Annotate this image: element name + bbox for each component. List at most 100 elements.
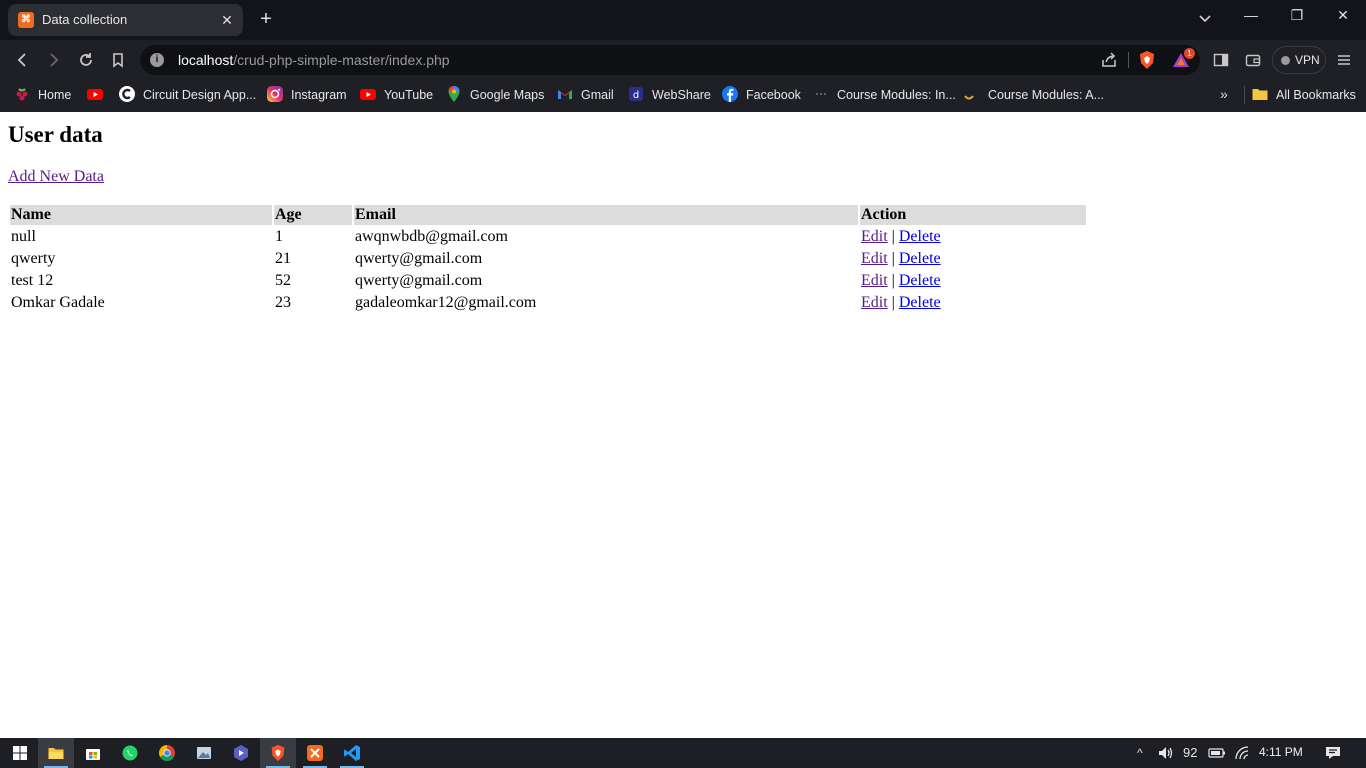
share-icon[interactable] [1100,51,1118,69]
tab-data-collection[interactable]: ⌘ Data collection ✕ [8,4,243,36]
more-bookmarks-icon[interactable]: » [1220,86,1228,102]
cell-name: null [11,228,36,245]
wallet-icon[interactable] [1245,52,1261,68]
sidebar-toggle-icon[interactable] [1213,52,1229,68]
header-email: Email [354,205,858,225]
table-row: test 12 52 qwerty@gmail.com Edit | Delet… [10,271,1086,291]
delete-link[interactable]: Delete [899,250,941,267]
action-separator: | [891,250,895,267]
minimize-button[interactable]: — [1228,0,1274,32]
whatsapp-button[interactable] [112,738,148,768]
xampp-button[interactable] [297,738,333,768]
volume-icon[interactable] [1157,745,1175,761]
bookmark-course-modules-1[interactable]: Course Modules: In... [837,86,956,104]
bookmark-home[interactable]: Home [38,86,71,104]
tab-title: Data collection [42,12,128,27]
new-tab-button[interactable]: + [256,9,276,29]
cell-action: Edit | Delete [860,249,1086,269]
back-arrow-icon[interactable] [12,50,32,70]
vpn-label: VPN [1295,53,1320,67]
cell-age: 52 [275,272,291,289]
restore-button[interactable]: ❐ [1274,0,1320,32]
store-button[interactable] [75,738,111,768]
battery-icon[interactable] [1208,747,1226,759]
bookmark-circuit-design[interactable]: Circuit Design App... [143,86,256,104]
forward-arrow-icon[interactable] [44,50,64,70]
window-close-button[interactable]: ✕ [1320,0,1366,32]
brave-shields-icon[interactable] [1138,50,1156,70]
volume-level: 92 [1183,745,1198,760]
user-data-table: Name Age Email Action null 1 awqnwbdb@gm… [8,203,1088,315]
vpn-button[interactable]: VPN [1272,46,1326,74]
xampp-favicon-icon: ⌘ [18,12,34,28]
bookmark-google-maps[interactable]: Google Maps [470,86,544,104]
course-icon [960,85,978,103]
youtube-icon[interactable] [86,85,104,103]
rewards-badge: 1 [1184,48,1195,59]
copilot-icon [234,745,248,761]
cell-age: 23 [275,294,291,311]
delete-link[interactable]: Delete [899,228,941,245]
tab-search-chevron-icon[interactable] [1195,8,1215,28]
maps-icon [445,85,463,103]
chrome-icon [159,745,175,762]
delete-link[interactable]: Delete [899,294,941,311]
cell-age: 21 [275,250,291,267]
file-explorer-button[interactable] [38,738,74,768]
header-age: Age [274,205,352,225]
action-separator: | [891,294,895,311]
cell-email: qwerty@gmail.com [355,272,483,289]
tab-close-icon[interactable]: ✕ [217,10,237,30]
cell-email: awqnwbdb@gmail.com [355,228,508,245]
add-new-data-link[interactable]: Add New Data [8,167,104,187]
folder-icon [1251,85,1269,103]
edit-link[interactable]: Edit [861,294,888,311]
vscode-button[interactable] [334,738,370,768]
chrome-button[interactable] [149,738,185,768]
action-separator: | [891,272,895,289]
hamburger-menu-icon[interactable] [1336,52,1352,68]
edit-link[interactable]: Edit [861,272,888,289]
url-text[interactable]: localhost/crud-php-simple-master/index.p… [178,52,450,68]
xampp-icon [307,745,323,761]
instagram-icon [266,85,284,103]
url-host: localhost [178,52,234,68]
table-row: null 1 awqnwbdb@gmail.com Edit | Delete [10,227,1086,247]
brave-browser-button[interactable] [260,738,296,768]
bookmark-icon[interactable] [108,50,128,70]
vpn-status-icon [1281,56,1290,65]
windows-logo-icon [13,746,27,760]
bing-button[interactable] [223,738,259,768]
photos-icon [197,747,211,759]
header-action: Action [860,205,1086,225]
photos-button[interactable] [186,738,222,768]
bookmark-instagram[interactable]: Instagram [291,86,347,104]
bookmark-course-modules-2[interactable]: Course Modules: A... [988,86,1104,104]
bookmark-facebook[interactable]: Facebook [746,86,801,104]
edit-link[interactable]: Edit [861,228,888,245]
page-content: User data Add New Data Name Age Email Ac… [0,112,1366,738]
reload-icon[interactable] [76,50,96,70]
circuit-icon [118,85,136,103]
start-button[interactable] [2,738,38,768]
all-bookmarks[interactable]: All Bookmarks [1276,86,1356,104]
notification-center-icon[interactable] [1324,744,1342,762]
cell-name: test 12 [11,272,54,289]
bookmark-youtube[interactable]: YouTube [384,86,433,104]
bookmark-gmail[interactable]: Gmail [581,86,614,104]
tray-expand-icon[interactable]: ^ [1137,745,1143,761]
wifi-icon[interactable] [1234,745,1250,761]
site-info-icon[interactable]: i [150,53,164,67]
delete-link[interactable]: Delete [899,272,941,289]
bookmark-webshare[interactable]: WebShare [652,86,711,104]
address-bar[interactable]: i localhost/crud-php-simple-master/index… [140,45,1200,75]
page-title: User data [8,122,103,147]
cell-age: 1 [275,228,283,245]
brave-icon [271,744,285,762]
dots-icon [812,85,830,103]
table-row: qwerty 21 qwerty@gmail.com Edit | Delete [10,249,1086,269]
edit-link[interactable]: Edit [861,250,888,267]
cell-action: Edit | Delete [860,293,1086,313]
taskbar-clock[interactable]: 4:11 PM [1259,744,1303,760]
cell-email: qwerty@gmail.com [355,250,483,267]
